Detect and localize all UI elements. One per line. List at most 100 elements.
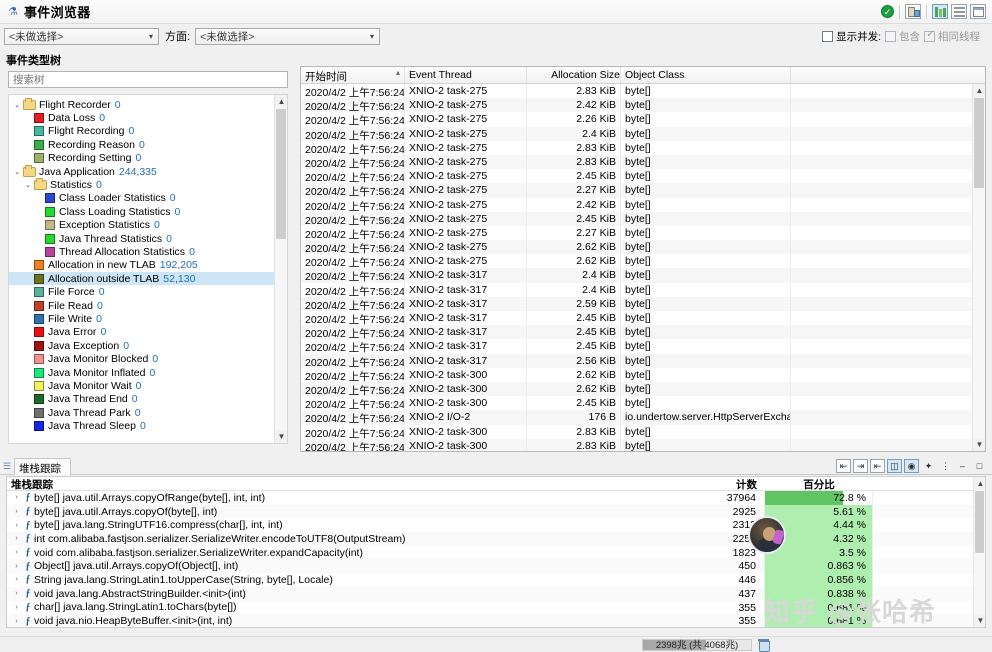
table-row[interactable]: 2020/4/2 上午7:56:24 XNIO-2 task-317 2.59 Ki… — [301, 296, 985, 311]
tab-stack-trace[interactable]: 堆栈跟踪 — [14, 457, 71, 475]
tree-node[interactable]: Class Loading Statistics 0 — [9, 205, 287, 218]
tree-node[interactable]: Thread Allocation Statistics 0 — [9, 245, 287, 258]
contains-checkbox[interactable]: 包含 — [885, 29, 920, 44]
tree-node[interactable]: Exception Statistics 0 — [9, 219, 287, 232]
memory-bar[interactable]: 2398兆 (共 4068兆) — [642, 638, 752, 651]
tree-node[interactable]: Java Thread End 0 — [9, 393, 287, 406]
first-frame-icon[interactable]: ⇤ — [836, 459, 851, 473]
table-row[interactable]: 2020/4/2 上午7:56:24 XNIO-2 task-275 2.83 Ki… — [301, 140, 985, 155]
table-row[interactable]: 2020/4/2 上午7:56:24 XNIO-2 task-300 2.62 Ki… — [301, 367, 985, 382]
clock-icon[interactable]: ◉ — [904, 459, 919, 473]
column-header-percent[interactable]: 百分比 — [765, 477, 873, 491]
tree-node[interactable]: Java Thread Park 0 — [9, 406, 287, 419]
tree-node[interactable]: Recording Setting 0 — [9, 152, 287, 165]
table-row[interactable]: 2020/4/2 上午7:56:24 XNIO-2 task-317 2.4 KiB… — [301, 282, 985, 297]
tree-node[interactable]: Data Loss 0 — [9, 111, 287, 124]
tree-node[interactable]: Java Monitor Blocked 0 — [9, 352, 287, 365]
tree-node[interactable]: ⌄ Statistics 0 — [9, 178, 287, 191]
table-row[interactable]: 2020/4/2 上午7:56:24 XNIO-2 task-275 2.62 Ki… — [301, 254, 985, 269]
table-row[interactable]: 2020/4/2 上午7:56:24 XNIO-2 task-317 2.4 KiB… — [301, 268, 985, 283]
memory-indicator[interactable]: 2398兆 (共 4068兆) — [642, 638, 770, 652]
next-frame-icon[interactable]: ⇤ — [870, 459, 885, 473]
chevron-right-icon[interactable]: › — [11, 563, 22, 570]
tree-node[interactable]: Java Monitor Inflated 0 — [9, 366, 287, 379]
table-row[interactable]: 2020/4/2 上午7:56:24 XNIO-2 task-317 2.45 Ki… — [301, 311, 985, 326]
list-item[interactable]: › ƒ void com.alibaba.fastjson.serializer.S… — [7, 545, 985, 560]
chevron-right-icon[interactable]: › — [11, 535, 22, 542]
scroll-down-icon[interactable]: ▼ — [275, 430, 287, 443]
trash-icon[interactable] — [757, 638, 770, 652]
tree-node[interactable]: Class Loader Statistics 0 — [9, 192, 287, 205]
tree-node[interactable]: Java Monitor Wait 0 — [9, 379, 287, 392]
table-row[interactable]: 2020/4/2 上午7:56:24 XNIO-2 task-275 2.83 Ki… — [301, 154, 985, 170]
table-row[interactable]: 2020/4/2 上午7:56:24 XNIO-2 task-317 2.45 Ki… — [301, 325, 985, 340]
table-row[interactable]: 2020/4/2 上午7:56:24 XNIO-2 task-275 2.26 Ki… — [301, 112, 985, 127]
tree-node[interactable]: Java Thread Statistics 0 — [9, 232, 287, 245]
pin-icon[interactable]: ✦ — [921, 459, 936, 473]
chevron-right-icon[interactable]: › — [11, 590, 22, 597]
events-scrollbar-thumb[interactable] — [974, 98, 984, 188]
events-column-header[interactable]: Allocation Size — [527, 67, 621, 83]
tree-node[interactable]: Recording Reason 0 — [9, 138, 287, 151]
chevron-down-icon[interactable]: ⌄ — [11, 101, 23, 109]
tree-node[interactable]: Java Thread Sleep 0 — [9, 419, 287, 432]
table-row[interactable]: 2020/4/2 上午7:56:24 XNIO-2 task-275 2.27 Ki… — [301, 225, 985, 241]
chevron-right-icon[interactable]: › — [11, 522, 22, 529]
more-options-icon[interactable]: ⋮ — [938, 459, 953, 473]
tree-node[interactable]: File Force 0 — [9, 285, 287, 298]
table-row[interactable]: 2020/4/2 上午7:56:24 XNIO-2 task-275 2.62 Ki… — [301, 240, 985, 255]
tree-node[interactable]: Java Error 0 — [9, 326, 287, 339]
list-item[interactable]: › ƒ byte[] java.util.Arrays.copyOf(byte[],… — [7, 504, 985, 519]
aspect-filter-select[interactable]: <未做选择> ▾ — [195, 27, 381, 45]
tree-node[interactable]: ⌄ Java Application 244,335 — [9, 164, 287, 178]
table-row[interactable]: 2020/4/2 上午7:56:24 XNIO-2 task-300 2.45 Ki… — [301, 396, 985, 411]
list-item[interactable]: › ƒ byte[] java.lang.StringUTF16.compress(… — [7, 518, 985, 533]
table-row[interactable]: 2020/4/2 上午7:56:24 XNIO-2 task-275 2.42 Ki… — [301, 197, 985, 212]
column-header-name[interactable]: 堆栈跟踪 — [7, 477, 693, 491]
table-row[interactable]: 2020/4/2 上午7:56:24 XNIO-2 task-317 2.45 Ki… — [301, 339, 985, 354]
same-thread-checkbox[interactable]: 相同线程 — [924, 29, 980, 44]
table-column-icon[interactable] — [905, 4, 921, 19]
table-row[interactable]: 2020/4/2 上午7:56:24 XNIO-2 task-300 2.62 Ki… — [301, 381, 985, 397]
events-column-header[interactable]: Event Thread — [405, 67, 527, 83]
table-row[interactable]: 2020/4/2 上午7:56:24 XNIO-2 task-275 2.42 Ki… — [301, 98, 985, 113]
tree-scrollbar[interactable]: ▲ ▼ — [274, 95, 287, 443]
column-header-count[interactable]: 计数 — [693, 477, 765, 491]
tree-node[interactable]: File Read 0 — [9, 299, 287, 312]
chevron-down-icon[interactable]: ⌄ — [22, 181, 34, 189]
events-scroll-up-icon[interactable]: ▲ — [973, 84, 985, 97]
scrollbar-thumb[interactable] — [276, 109, 286, 239]
events-scroll-down-icon[interactable]: ▼ — [973, 438, 985, 451]
table-row[interactable]: 2020/4/2 上午7:56:24 XNIO-2 task-275 2.4 KiB… — [301, 126, 985, 141]
st-scrollbar-thumb[interactable] — [975, 491, 984, 553]
table-row[interactable]: 2020/4/2 上午7:56:24 XNIO-2 task-275 2.45 Ki… — [301, 169, 985, 184]
table-row[interactable]: 2020/4/2 上午7:56:24 XNIO-2 task-300 2.83 Ki… — [301, 424, 985, 439]
tree-node[interactable]: File Write 0 — [9, 312, 287, 325]
grid-icon[interactable] — [970, 4, 986, 19]
chevron-right-icon[interactable]: › — [11, 576, 22, 583]
panel-grip-icon[interactable]: ☰ — [0, 461, 14, 472]
st-scroll-up-icon[interactable]: ▲ — [974, 477, 985, 490]
table-row[interactable]: 2020/4/2 上午7:56:24 XNIO-2 task-317 2.56 Ki… — [301, 353, 985, 368]
st-scroll-down-icon[interactable]: ▼ — [974, 614, 985, 627]
chevron-down-icon[interactable]: ⌄ — [11, 168, 23, 176]
tree-node[interactable]: ⌄ Flight Recorder 0 — [9, 97, 287, 111]
chevron-right-icon[interactable]: › — [11, 508, 22, 515]
maximize-icon[interactable]: □ — [972, 459, 987, 473]
events-column-header[interactable]: Object Class — [621, 67, 791, 83]
chevron-right-icon[interactable]: › — [11, 494, 22, 501]
events-table-body[interactable]: 2020/4/2 上午7:56:24 XNIO-2 task-275 2.83 Ki… — [301, 84, 985, 451]
table-row[interactable]: 2020/4/2 上午7:56:24 XNIO-2 task-275 2.45 Ki… — [301, 211, 985, 226]
chevron-right-icon[interactable]: › — [11, 618, 22, 625]
list-item[interactable]: › ƒ Object[] java.util.Arrays.copyOf(Objec… — [7, 559, 985, 574]
events-column-header[interactable]: 开始时间 — [301, 67, 405, 83]
status-ok-icon[interactable]: ✓ — [881, 5, 894, 18]
minimize-icon[interactable]: – — [955, 459, 970, 473]
scroll-up-icon[interactable]: ▲ — [275, 95, 287, 108]
tree-node[interactable]: Allocation outside TLAB 52,130 — [9, 272, 287, 286]
table-row[interactable]: 2020/4/2 上午7:56:24 XNIO-2 task-275 2.27 Ki… — [301, 183, 985, 198]
chevron-right-icon[interactable]: › — [11, 549, 22, 556]
table-row[interactable]: 2020/4/2 上午7:56:24 XNIO-2 task-275 2.83 Ki… — [301, 84, 985, 99]
list-item[interactable]: › ƒ int com.alibaba.fastjson.serializer.Se… — [7, 532, 985, 546]
list-item[interactable]: › ƒ String java.lang.StringLatin1.toUpperC… — [7, 573, 985, 587]
